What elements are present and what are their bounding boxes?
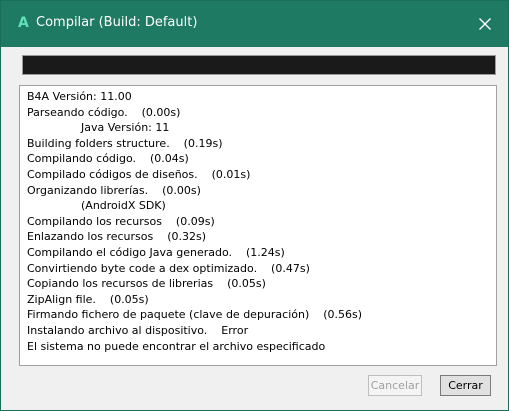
log-line: Organizando librerías. (0.00s) — [27, 183, 201, 197]
title-bar[interactable]: A Compilar (Build: Default) — [1, 1, 508, 47]
window-close-button[interactable] — [462, 1, 508, 47]
cancel-button[interactable]: Cancelar — [368, 375, 422, 396]
window-title: Compilar (Build: Default) — [36, 15, 198, 30]
log-line: Compilando código. (0.04s) — [27, 152, 189, 166]
log-line: Copiando los recursos de librerias (0.05… — [27, 277, 266, 291]
log-line: Compilando los recursos (0.09s) — [27, 214, 215, 228]
log-line: Firmando fichero de paquete (clave de de… — [27, 308, 363, 322]
log-line: B4A Versión: 11.00 — [27, 90, 132, 103]
log-line: El sistema no puede encontrar el archivo… — [27, 339, 326, 353]
close-icon — [479, 18, 491, 30]
log-line: Parseando código. (0.00s) — [27, 105, 181, 119]
log-line: Convirtiendo byte code a dex optimizado.… — [27, 261, 310, 275]
log-line: Compilando el código Java generado. (1.2… — [27, 245, 285, 259]
log-line: ZipAlign file. (0.05s) — [27, 292, 149, 306]
log-line: (AndroidX SDK) — [81, 199, 166, 213]
build-progress-bar — [22, 55, 496, 75]
b4a-app-icon: A — [18, 15, 29, 31]
close-button[interactable]: Cerrar — [440, 375, 491, 396]
log-line: Compilado códigos de diseños. (0.01s) — [27, 167, 251, 181]
log-line: Building folders structure. (0.19s) — [27, 136, 223, 150]
log-line: Java Versión: 11 — [81, 121, 170, 135]
compile-dialog: A Compilar (Build: Default) B4A Versión:… — [0, 0, 509, 411]
log-line: Enlazando los recursos (0.32s) — [27, 230, 207, 244]
log-line: Instalando archivo al dispositivo. Error — [27, 323, 249, 337]
build-log-output[interactable]: B4A Versión: 11.00 Parseando código. (0.0… — [19, 85, 497, 366]
